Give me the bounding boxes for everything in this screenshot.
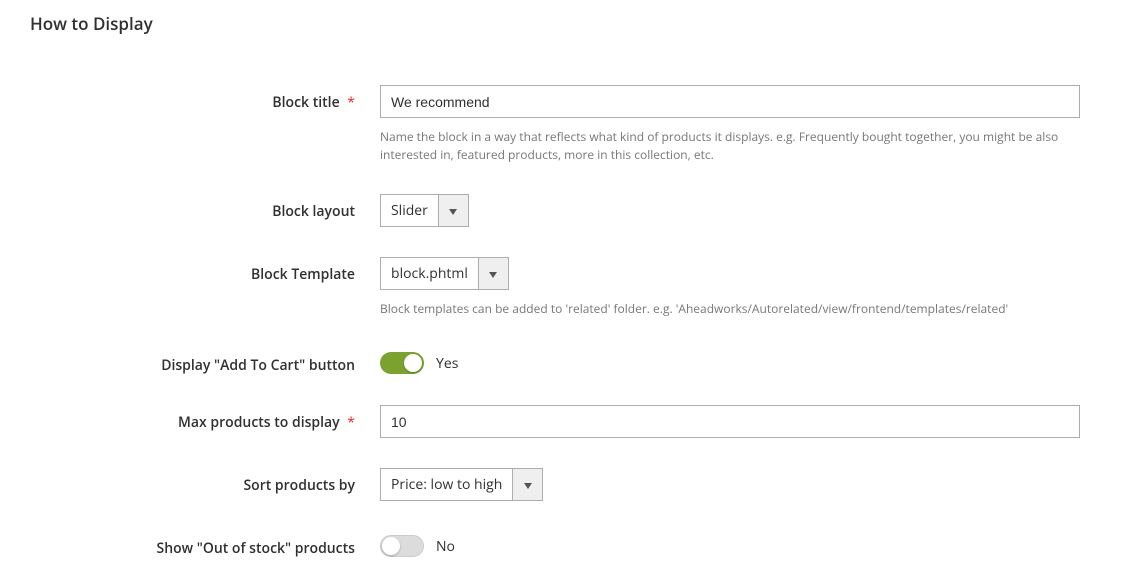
label-sort-by: Sort products by (30, 468, 380, 495)
field-out-of-stock: No (380, 531, 1080, 557)
label-add-to-cart-text: Display "Add To Cart" button (161, 356, 355, 375)
block-title-input[interactable] (380, 85, 1080, 118)
required-marker: * (347, 93, 355, 112)
row-max-products: Max products to display * (30, 405, 1091, 438)
label-block-title: Block title * (30, 85, 380, 112)
out-of-stock-toggle-label: No (436, 537, 455, 556)
label-out-of-stock: Show "Out of stock" products (30, 531, 380, 558)
section-title: How to Display (30, 12, 1091, 35)
chevron-down-icon (524, 475, 532, 494)
label-max-products-text: Max products to display (178, 413, 340, 432)
add-to-cart-toggle-label: Yes (436, 354, 458, 373)
label-sort-by-text: Sort products by (243, 476, 355, 495)
label-block-title-text: Block title (272, 93, 339, 112)
block-template-select[interactable]: block.phtml (380, 257, 509, 290)
label-block-template: Block Template (30, 257, 380, 284)
add-to-cart-toggle[interactable] (380, 352, 424, 374)
block-template-dropdown-button[interactable] (478, 258, 508, 289)
row-block-layout: Block layout Slider (30, 194, 1091, 227)
sort-by-dropdown-button[interactable] (512, 469, 542, 500)
label-out-of-stock-text: Show "Out of stock" products (157, 539, 355, 558)
block-layout-value: Slider (381, 195, 438, 226)
field-block-layout: Slider (380, 194, 1080, 227)
label-block-template-text: Block Template (251, 265, 355, 284)
chevron-down-icon (449, 201, 457, 220)
chevron-down-icon (489, 264, 497, 283)
max-products-input[interactable] (380, 405, 1080, 438)
field-block-title: Name the block in a way that reflects wh… (380, 85, 1080, 164)
field-sort-by: Price: low to high (380, 468, 1080, 501)
row-block-title: Block title * Name the block in a way th… (30, 85, 1091, 164)
block-layout-select[interactable]: Slider (380, 194, 469, 227)
out-of-stock-toggle[interactable] (380, 535, 424, 557)
sort-by-value: Price: low to high (381, 469, 512, 500)
row-sort-by: Sort products by Price: low to high (30, 468, 1091, 501)
block-title-help: Name the block in a way that reflects wh… (380, 128, 1080, 164)
field-block-template: block.phtml Block templates can be added… (380, 257, 1080, 318)
toggle-knob (404, 354, 422, 372)
row-out-of-stock: Show "Out of stock" products No (30, 531, 1091, 558)
label-max-products: Max products to display * (30, 405, 380, 432)
block-template-help: Block templates can be added to 'related… (380, 300, 1080, 318)
label-add-to-cart: Display "Add To Cart" button (30, 348, 380, 375)
block-layout-dropdown-button[interactable] (438, 195, 468, 226)
block-template-value: block.phtml (381, 258, 478, 289)
row-add-to-cart: Display "Add To Cart" button Yes (30, 348, 1091, 375)
field-add-to-cart: Yes (380, 348, 1080, 374)
row-block-template: Block Template block.phtml Block templat… (30, 257, 1091, 318)
field-max-products (380, 405, 1080, 438)
label-block-layout-text: Block layout (272, 202, 355, 221)
required-marker: * (347, 413, 355, 432)
sort-by-select[interactable]: Price: low to high (380, 468, 543, 501)
toggle-knob (382, 537, 400, 555)
label-block-layout: Block layout (30, 194, 380, 221)
